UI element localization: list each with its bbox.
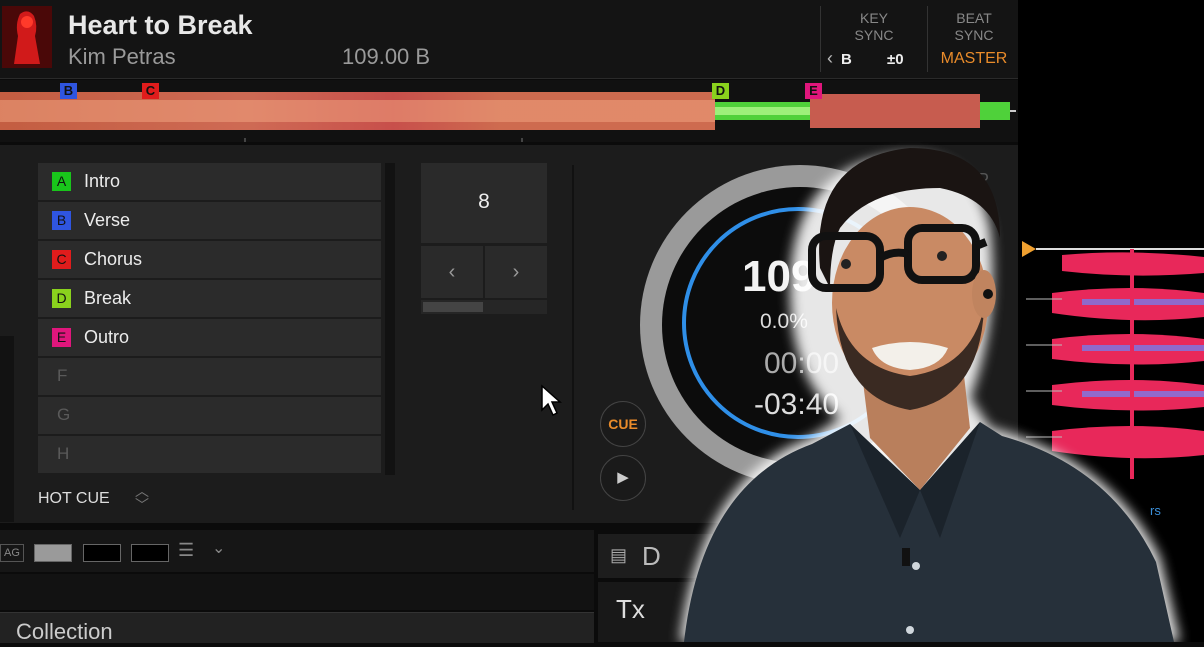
chevron-down-icon[interactable]: ⌄ <box>212 538 225 558</box>
loop-halve-button[interactable]: ‹ <box>421 246 483 298</box>
track-artist: Kim Petras <box>68 44 176 69</box>
loop-double-button[interactable]: › <box>485 246 547 298</box>
hot-cue-row[interactable]: E Outro <box>38 319 381 356</box>
view-toggle-3[interactable] <box>131 544 169 562</box>
track-bpm-key: 109.00 B <box>342 44 431 69</box>
loop-length-value: 8 <box>478 190 490 213</box>
hot-cue-letter: E <box>52 328 71 347</box>
hot-cue-empty-letter: H <box>57 444 70 463</box>
hot-cue-row[interactable]: B Verse <box>38 202 381 239</box>
browser-filter-row <box>0 574 594 610</box>
hot-cue-letter: C <box>52 250 71 269</box>
key-value: B <box>841 51 852 68</box>
hot-cue-row[interactable]: H <box>38 436 381 473</box>
presenter-photo <box>640 118 1204 642</box>
hot-cue-label: Outro <box>84 327 130 347</box>
sync-divider <box>927 6 928 72</box>
beat-sync-button[interactable]: BEAT SYNC <box>929 10 1019 44</box>
list-view-icon[interactable]: ☰ <box>178 540 194 561</box>
hot-cue-row[interactable]: D Break <box>38 280 381 317</box>
database-icon: ▤ <box>610 545 628 565</box>
hot-cue-label: Chorus <box>84 249 143 269</box>
waveform-marker-b[interactable]: B <box>60 83 77 99</box>
hot-cue-row[interactable]: A Intro <box>38 163 381 200</box>
hot-cue-letter: B <box>52 211 71 230</box>
panel-divider <box>572 165 574 510</box>
hot-cue-row[interactable]: F <box>38 358 381 395</box>
hot-cue-empty-letter: G <box>57 405 71 424</box>
master-button[interactable]: MASTER <box>929 50 1019 68</box>
hot-cue-letter: A <box>52 172 71 191</box>
mouse-cursor-icon <box>540 384 564 423</box>
hot-cue-letter: D <box>52 289 71 308</box>
album-artwork <box>2 6 52 68</box>
hot-cue-label: Verse <box>84 210 131 230</box>
loop-slider-fill <box>423 302 483 312</box>
hot-cue-label: HOT CUE <box>38 490 110 507</box>
waveform-marker-c[interactable]: C <box>142 83 159 99</box>
hot-cue-scrollbar[interactable] <box>385 163 395 475</box>
waveform-marker-d[interactable]: D <box>712 83 729 99</box>
hot-cue-updown-icon[interactable]: ︿ ﹀ <box>135 484 149 512</box>
hot-cue-row[interactable]: C Chorus <box>38 241 381 278</box>
hot-cue-empty-letter: F <box>57 366 68 385</box>
hot-cue-label: Intro <box>84 171 121 191</box>
view-toggle-1[interactable] <box>34 544 72 562</box>
collection-label: Collection <box>16 619 113 644</box>
hot-cue-row[interactable]: G <box>38 397 381 434</box>
track-title: Heart to Break <box>68 10 253 40</box>
left-panel-edge <box>0 336 14 522</box>
sync-controls: KEY SYNC ‹ B ±0 BEAT SYNC MASTER <box>820 6 1017 72</box>
tag-button[interactable]: AG <box>0 544 24 562</box>
hot-cue-list: A Intro B Verse C Chorus D Break E Outro F G H <box>38 163 383 475</box>
key-offset[interactable]: ±0 <box>887 51 904 68</box>
hot-cue-label: Break <box>84 288 132 308</box>
view-toggle-2[interactable] <box>83 544 121 562</box>
key-sync-button[interactable]: KEY SYNC <box>821 10 927 44</box>
waveform-marker-e[interactable]: E <box>805 83 822 99</box>
key-down-arrow-icon[interactable]: ‹ <box>827 48 833 69</box>
